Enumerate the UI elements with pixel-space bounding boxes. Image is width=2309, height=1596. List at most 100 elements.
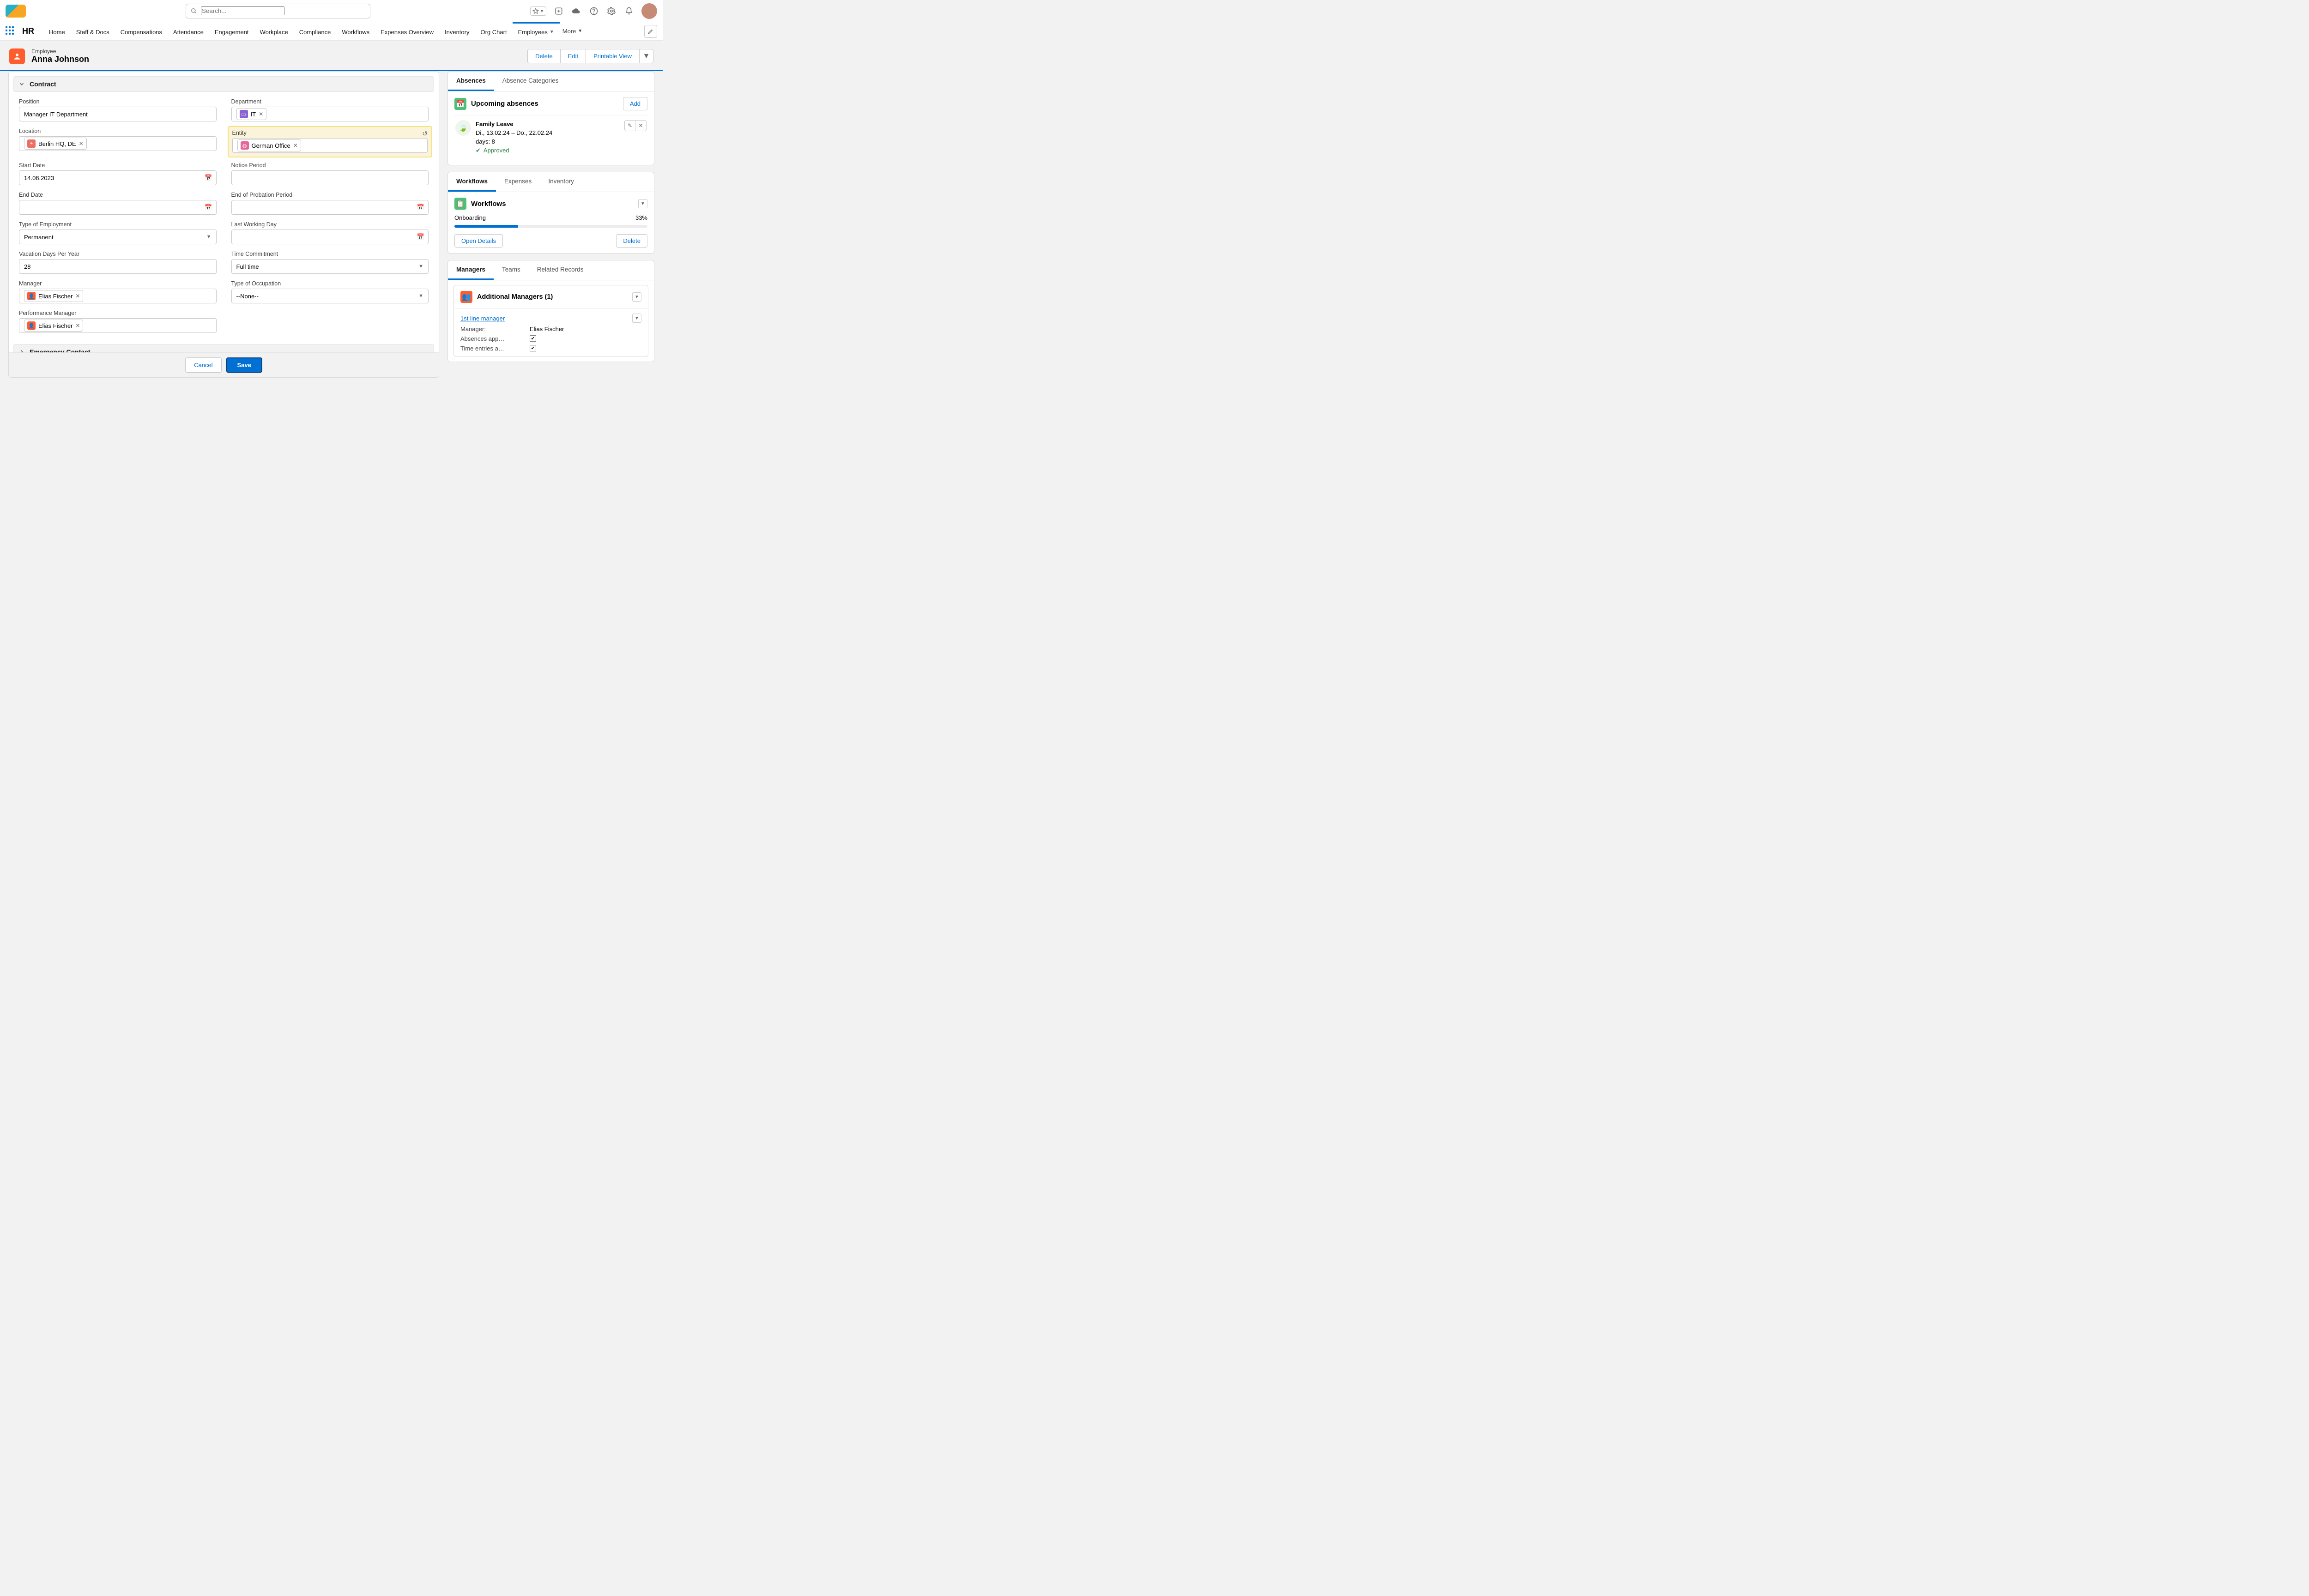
entity-label: Entity bbox=[232, 130, 428, 136]
add-icon[interactable] bbox=[554, 6, 564, 16]
nav-tab-expenses-overview[interactable]: Expenses Overview bbox=[375, 22, 439, 40]
settings-icon[interactable] bbox=[606, 6, 617, 16]
calendar-icon[interactable]: 📅 bbox=[205, 174, 212, 181]
edit-absence-icon[interactable]: ✎ bbox=[624, 120, 635, 131]
nav-tab-org-chart[interactable]: Org Chart bbox=[475, 22, 512, 40]
nav-tabs: Home Staff & Docs Compensations Attendan… bbox=[43, 22, 560, 40]
cancel-button[interactable]: Cancel bbox=[185, 357, 221, 373]
nav-more[interactable]: More▼ bbox=[562, 28, 583, 35]
nav-tab-home[interactable]: Home bbox=[43, 22, 71, 40]
clear-entity-icon[interactable]: ✕ bbox=[293, 142, 298, 149]
cloud-icon[interactable] bbox=[571, 6, 581, 16]
location-icon: ⌖ bbox=[27, 139, 36, 148]
end-date-input[interactable]: 📅 bbox=[19, 200, 217, 215]
nav-tab-inventory[interactable]: Inventory bbox=[439, 22, 475, 40]
nav-tab-engagement[interactable]: Engagement bbox=[209, 22, 254, 40]
tab-absence-categories[interactable]: Absence Categories bbox=[494, 72, 567, 91]
manager-lookup[interactable]: 👤Elias Fischer✕ bbox=[19, 289, 217, 303]
delete-workflow-button[interactable]: Delete bbox=[616, 234, 647, 248]
absences-approval-checkbox: ✔ bbox=[530, 335, 536, 342]
last-day-input[interactable]: 📅 bbox=[231, 230, 429, 244]
nav-tab-compensations[interactable]: Compensations bbox=[115, 22, 168, 40]
printable-view-button[interactable]: Printable View bbox=[586, 49, 640, 63]
tab-expenses[interactable]: Expenses bbox=[496, 172, 540, 192]
perf-manager-lookup[interactable]: 👤Elias Fischer✕ bbox=[19, 318, 217, 333]
end-date-label: End Date bbox=[19, 192, 217, 198]
vacation-input[interactable] bbox=[19, 259, 217, 274]
managers-menu[interactable]: ▼ bbox=[632, 292, 641, 302]
nav-tab-workplace[interactable]: Workplace bbox=[254, 22, 294, 40]
clear-department-icon[interactable]: ✕ bbox=[259, 111, 263, 117]
help-icon[interactable] bbox=[589, 6, 599, 16]
notice-period-input[interactable] bbox=[231, 170, 429, 185]
absence-days: days: 8 bbox=[476, 138, 552, 146]
vacation-label: Vacation Days Per Year bbox=[19, 251, 217, 257]
record-type-label: Employee bbox=[31, 48, 89, 54]
location-lookup[interactable]: ⌖Berlin HQ, DE✕ bbox=[19, 136, 217, 151]
position-input[interactable] bbox=[19, 107, 217, 121]
tab-managers[interactable]: Managers bbox=[448, 260, 494, 280]
tab-workflows[interactable]: Workflows bbox=[448, 172, 496, 192]
app-logo bbox=[6, 5, 26, 18]
edit-nav-icon[interactable] bbox=[644, 25, 657, 38]
manager-item-menu[interactable]: ▼ bbox=[632, 314, 641, 323]
delete-button[interactable]: Delete bbox=[527, 49, 561, 63]
department-label: Department bbox=[231, 98, 429, 105]
section-contract-label: Contract bbox=[30, 80, 56, 88]
clear-manager-icon[interactable]: ✕ bbox=[75, 293, 80, 299]
nav-tab-staff-docs[interactable]: Staff & Docs bbox=[71, 22, 115, 40]
favorites-button[interactable]: ▼ bbox=[530, 6, 546, 16]
save-button[interactable]: Save bbox=[226, 357, 262, 373]
app-launcher-icon[interactable] bbox=[6, 26, 16, 36]
tab-teams[interactable]: Teams bbox=[494, 260, 529, 280]
workflow-percent: 33% bbox=[635, 214, 647, 221]
last-day-label: Last Working Day bbox=[231, 221, 429, 228]
nav-tab-employees[interactable]: Employees▼ bbox=[513, 22, 560, 40]
delete-absence-icon[interactable]: ✕ bbox=[635, 120, 647, 131]
tab-inventory[interactable]: Inventory bbox=[540, 172, 582, 192]
app-nav: HR Home Staff & Docs Compensations Atten… bbox=[0, 22, 663, 41]
managers-icon: 👥 bbox=[460, 291, 472, 303]
record-header: Employee Anna Johnson Delete Edit Printa… bbox=[0, 41, 663, 71]
user-avatar[interactable] bbox=[641, 3, 657, 19]
kv-manager-label: Manager: bbox=[460, 326, 530, 332]
person-icon: 👤 bbox=[27, 292, 36, 300]
occupation-select[interactable]: --None--▼ bbox=[231, 289, 429, 303]
calendar-icon[interactable]: 📅 bbox=[417, 233, 424, 241]
workflow-name: Onboarding bbox=[454, 214, 486, 221]
record-actions-more[interactable]: ▼ bbox=[640, 49, 653, 63]
end-probation-input[interactable]: 📅 bbox=[231, 200, 429, 215]
kv-absences-label: Absences app… bbox=[460, 335, 530, 342]
form-footer: Cancel Save bbox=[9, 352, 439, 377]
chevron-down-icon: ▼ bbox=[418, 264, 423, 269]
entity-icon: ◍ bbox=[241, 141, 249, 150]
open-details-button[interactable]: Open Details bbox=[454, 234, 503, 248]
section-contract[interactable]: Contract bbox=[13, 76, 434, 92]
tab-related-records[interactable]: Related Records bbox=[529, 260, 592, 280]
emp-type-select[interactable]: Permanent▼ bbox=[19, 230, 217, 244]
global-search[interactable] bbox=[186, 4, 370, 18]
nav-tab-workflows[interactable]: Workflows bbox=[336, 22, 375, 40]
notifications-icon[interactable] bbox=[624, 6, 634, 16]
global-header: ▼ bbox=[0, 0, 663, 22]
chevron-down-icon: ▼ bbox=[206, 234, 212, 240]
manager-link[interactable]: 1st line manager bbox=[460, 315, 505, 322]
end-probation-label: End of Probation Period bbox=[231, 192, 429, 198]
kv-manager-value: Elias Fischer bbox=[530, 326, 564, 332]
add-absence-button[interactable]: Add bbox=[623, 97, 647, 110]
nav-tab-compliance[interactable]: Compliance bbox=[294, 22, 337, 40]
entity-lookup[interactable]: ◍German Office✕ bbox=[232, 138, 428, 153]
undo-icon[interactable]: ↺ bbox=[422, 130, 428, 138]
calendar-icon[interactable]: 📅 bbox=[205, 204, 212, 211]
global-search-input[interactable] bbox=[201, 6, 284, 15]
clear-perf-manager-icon[interactable]: ✕ bbox=[75, 322, 80, 329]
edit-button[interactable]: Edit bbox=[561, 49, 586, 63]
workflows-menu[interactable]: ▼ bbox=[638, 199, 647, 208]
nav-tab-attendance[interactable]: Attendance bbox=[168, 22, 209, 40]
tab-absences[interactable]: Absences bbox=[448, 72, 494, 91]
calendar-icon[interactable]: 📅 bbox=[417, 204, 424, 211]
clear-location-icon[interactable]: ✕ bbox=[79, 140, 84, 147]
time-commit-select[interactable]: Full time▼ bbox=[231, 259, 429, 274]
start-date-input[interactable]: 📅 bbox=[19, 170, 217, 185]
department-lookup[interactable]: ▭IT✕ bbox=[231, 107, 429, 121]
